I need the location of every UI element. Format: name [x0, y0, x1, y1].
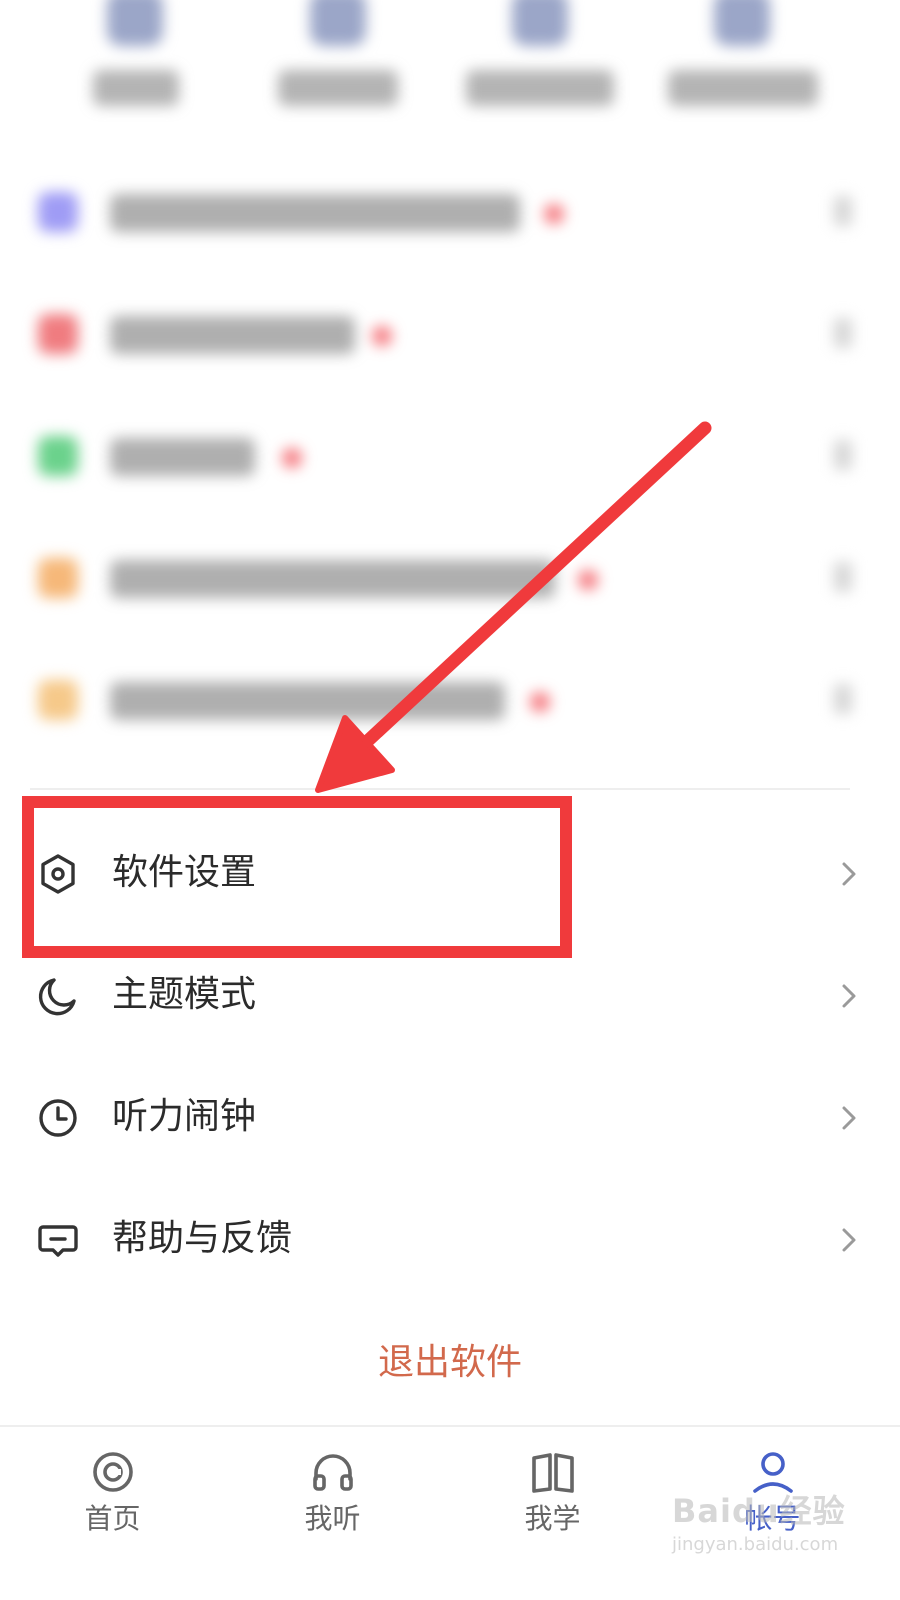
menu-item-label: 帮助与反馈 — [112, 1218, 293, 1259]
chevron-right-icon — [834, 196, 852, 226]
nav-tab-label: 首页 — [84, 1502, 141, 1535]
chevron-right-icon — [840, 1104, 858, 1132]
nav-tab-listen[interactable]: 我听 — [220, 1427, 445, 1600]
shortcut-row — [0, 0, 900, 150]
shortcut-icon — [107, 0, 163, 46]
chevron-right-icon — [840, 982, 858, 1010]
shortcut-label — [93, 70, 179, 106]
feedback-message-icon — [36, 1218, 80, 1262]
watermark-url: jingyan.baidu.com — [672, 1534, 839, 1555]
blurred-text — [110, 438, 255, 476]
chevron-right-icon — [834, 318, 852, 348]
nav-tab-learn[interactable]: 我学 — [440, 1427, 665, 1600]
chevron-right-icon — [840, 860, 858, 888]
menu-item-label: 听力闹钟 — [112, 1096, 257, 1137]
book-icon — [530, 1449, 576, 1495]
chevron-right-icon — [834, 562, 852, 592]
shortcut-icon — [714, 0, 770, 46]
blurred-icon — [38, 680, 78, 720]
menu-item-listening-alarm[interactable]: 听力闹钟 — [0, 1056, 900, 1178]
chevron-right-icon — [834, 440, 852, 470]
moon-icon — [36, 974, 80, 1018]
baidu-jingyan-watermark: Baidu经验 jingyan.baidu.com — [672, 1486, 872, 1566]
menu-item-help-feedback[interactable]: 帮助与反馈 — [0, 1178, 900, 1300]
shortcut-label — [278, 70, 398, 106]
blurred-text — [110, 560, 555, 598]
annotation-highlight-box — [22, 796, 572, 958]
blurred-content-area — [0, 0, 900, 790]
red-dot-badge — [578, 570, 598, 590]
red-dot-badge — [372, 326, 392, 346]
blurred-text — [110, 194, 520, 232]
blurred-menu-item[interactable] — [0, 150, 900, 270]
blurred-icon — [38, 436, 78, 476]
blurred-text — [110, 316, 355, 354]
blurred-text — [110, 682, 505, 720]
nav-tab-label: 我听 — [304, 1502, 361, 1535]
chevron-right-icon — [834, 684, 852, 714]
shortcut-label — [466, 70, 614, 106]
blurred-icon — [38, 314, 78, 354]
blurred-menu-item[interactable] — [0, 638, 900, 758]
headphones-icon — [310, 1449, 356, 1495]
clock-icon — [36, 1096, 80, 1140]
chevron-right-icon — [840, 1226, 858, 1254]
menu-item-label: 主题模式 — [112, 974, 257, 1015]
shortcut-icon — [310, 0, 366, 46]
red-dot-badge — [530, 692, 550, 712]
home-circle-icon — [90, 1449, 136, 1495]
shortcut-label — [668, 70, 818, 106]
blurred-icon — [38, 558, 78, 598]
blurred-icon — [38, 192, 78, 232]
blurred-menu-item[interactable] — [0, 516, 900, 636]
nav-tab-home[interactable]: 首页 — [0, 1427, 225, 1600]
red-dot-badge — [544, 204, 564, 224]
nav-tab-label: 我学 — [524, 1502, 581, 1535]
logout-button[interactable]: 退出软件 — [0, 1335, 900, 1391]
red-dot-badge — [282, 448, 302, 468]
blurred-menu-item[interactable] — [0, 272, 900, 392]
watermark-logo: Baidu经验 — [672, 1492, 846, 1530]
section-divider — [30, 788, 850, 790]
blurred-menu-item[interactable] — [0, 394, 900, 514]
shortcut-icon — [512, 0, 568, 46]
